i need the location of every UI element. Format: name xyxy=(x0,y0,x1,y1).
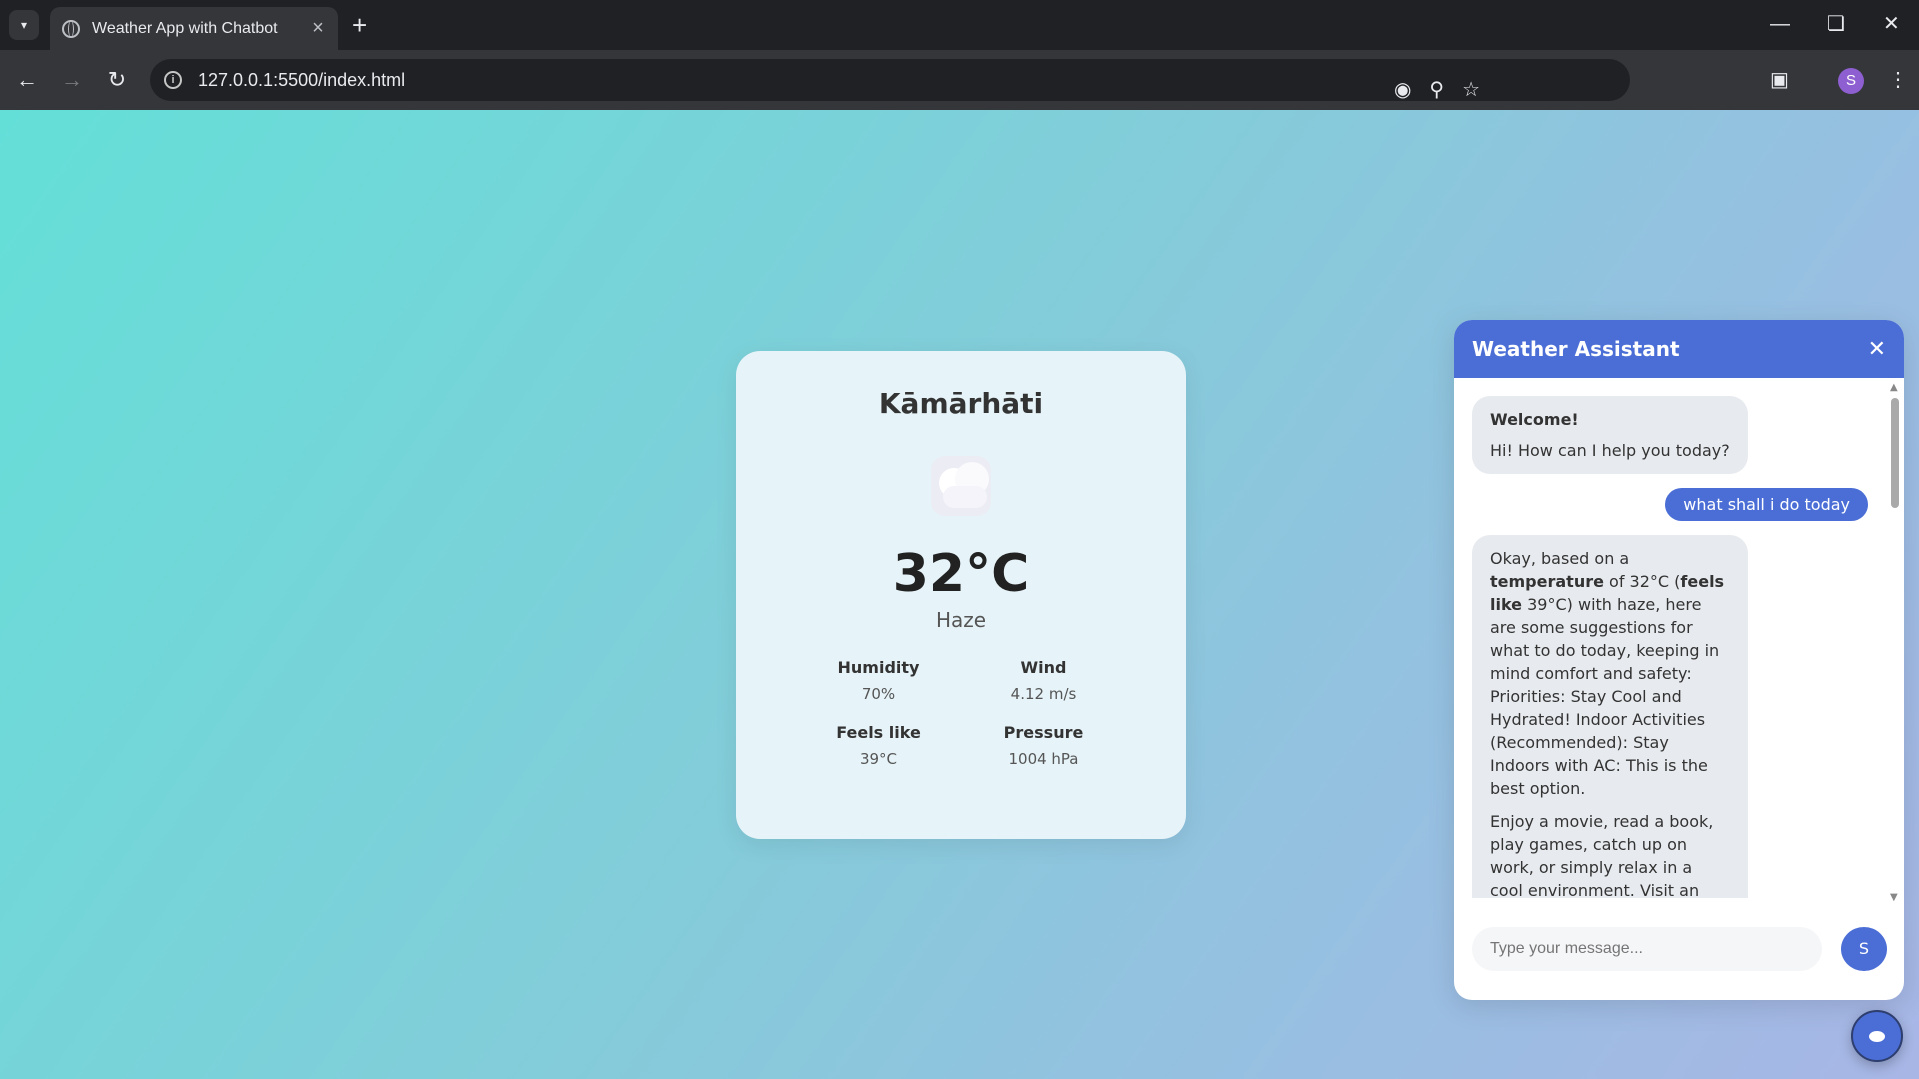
extensions-icon[interactable]: ▣ xyxy=(1770,64,1789,96)
address-bar[interactable]: i 127.0.0.1:5500/index.html ◉ ⚲ ☆ xyxy=(150,59,1630,101)
chat-title: Weather Assistant xyxy=(1472,337,1680,361)
minimize-button[interactable]: — xyxy=(1770,12,1790,36)
stat-value: 39°C xyxy=(859,750,898,768)
stat-label: Pressure xyxy=(1003,723,1084,742)
haze-cloud-icon xyxy=(925,450,997,522)
window-close-button[interactable]: ✕ xyxy=(1883,12,1900,36)
stat-pressure: Pressure 1004 hPa xyxy=(961,723,1126,768)
stat-wind: Wind 4.12 m/s xyxy=(961,658,1126,703)
stat-label: Feels like xyxy=(836,723,921,742)
user-message: what shall i do today xyxy=(1665,488,1868,521)
chat-close-icon[interactable]: ✕ xyxy=(1868,337,1886,362)
chat-toggle-button[interactable] xyxy=(1851,1010,1903,1062)
bookmark-star-icon[interactable]: ☆ xyxy=(1462,77,1480,102)
stat-label: Wind xyxy=(1020,658,1067,677)
bot-message-reply: Okay, based on a temperature of 32°C (fe… xyxy=(1472,535,1748,898)
scrollbar-thumb[interactable] xyxy=(1891,398,1899,508)
stat-value: 70% xyxy=(861,685,896,703)
new-tab-button[interactable]: + xyxy=(352,10,367,40)
city-name: Kāmārhāti xyxy=(878,387,1044,420)
send-button[interactable]: S xyxy=(1841,927,1887,971)
welcome-text: Hi! How can I help you today? xyxy=(1490,441,1730,460)
profile-avatar[interactable]: S xyxy=(1838,68,1864,94)
stat-humidity: Humidity 70% xyxy=(796,658,961,703)
page-background: Kāmārhāti 32°C Haze Humidity 70% Wind 4.… xyxy=(0,110,1919,1079)
restore-button[interactable]: ❏ xyxy=(1827,12,1845,36)
stat-value: 1004 hPa xyxy=(1008,750,1079,768)
chat-window: Weather Assistant ✕ Welcome! Hi! How can… xyxy=(1454,320,1904,1000)
browser-toolbar: ← → ↻ i 127.0.0.1:5500/index.html ◉ ⚲ ☆ … xyxy=(0,50,1919,110)
weather-card: Kāmārhāti 32°C Haze Humidity 70% Wind 4.… xyxy=(736,351,1186,839)
chat-bubble-icon xyxy=(1869,1030,1885,1042)
scroll-down-icon[interactable]: ▼ xyxy=(1890,892,1898,903)
tab-close-icon[interactable]: × xyxy=(306,17,330,40)
forward-button[interactable]: → xyxy=(57,66,87,94)
weather-stats: Humidity 70% Wind 4.12 m/s Feels like 39… xyxy=(796,658,1126,768)
menu-kebab-icon[interactable]: ⋮ xyxy=(1888,64,1908,96)
tab-search-button[interactable]: ▾ xyxy=(9,10,39,40)
weather-condition: Haze xyxy=(935,608,987,632)
chat-header: Weather Assistant ✕ xyxy=(1454,320,1904,378)
tab-title: Weather App with Chatbot xyxy=(92,19,278,37)
stat-value: 4.12 m/s xyxy=(1010,685,1077,703)
site-info-icon[interactable]: i xyxy=(164,71,182,89)
browser-tab-bar: ▾ Weather App with Chatbot × + — ❏ ✕ xyxy=(0,0,1919,50)
welcome-title: Welcome! xyxy=(1490,410,1579,429)
bot-message-welcome: Welcome! Hi! How can I help you today? xyxy=(1472,396,1748,474)
browser-tab[interactable]: Weather App with Chatbot × xyxy=(50,7,338,50)
chat-message-input[interactable] xyxy=(1472,927,1822,971)
url-text: 127.0.0.1:5500/index.html xyxy=(198,69,406,90)
scroll-up-icon[interactable]: ▲ xyxy=(1890,382,1898,393)
stat-feels-like: Feels like 39°C xyxy=(796,723,961,768)
reload-button[interactable]: ↻ xyxy=(102,66,132,94)
chat-messages[interactable]: Welcome! Hi! How can I help you today? w… xyxy=(1454,378,1904,898)
location-pin-icon[interactable]: ◉ xyxy=(1394,77,1411,102)
reply-paragraph-2: Enjoy a movie, read a book, play games, … xyxy=(1490,812,1714,898)
reply-paragraph-1: Okay, based on a temperature of 32°C (fe… xyxy=(1490,549,1725,798)
back-button[interactable]: ← xyxy=(12,66,42,94)
stat-label: Humidity xyxy=(837,658,920,677)
temperature: 32°C xyxy=(892,544,1030,604)
zoom-icon[interactable]: ⚲ xyxy=(1429,77,1444,102)
chat-scrollbar[interactable]: ▲ ▼ xyxy=(1886,380,1904,910)
globe-icon xyxy=(62,19,80,38)
